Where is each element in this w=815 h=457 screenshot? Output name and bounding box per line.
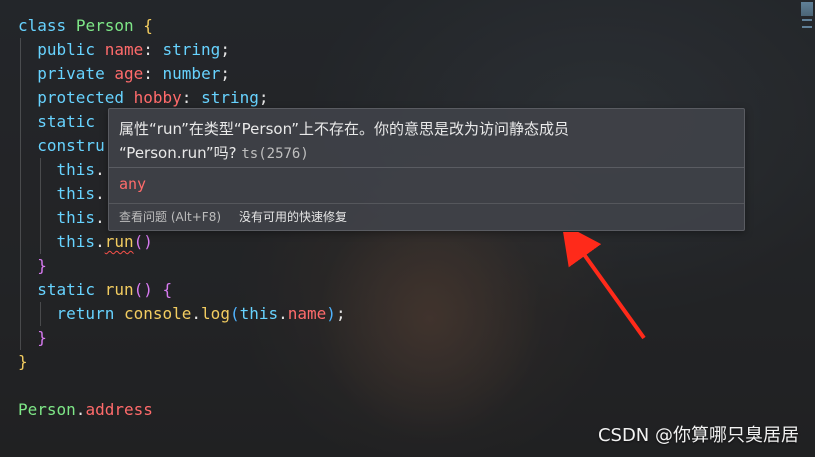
code-line-17: Person.address bbox=[18, 398, 346, 422]
token-colon: : bbox=[143, 64, 153, 83]
token-object: console bbox=[123, 304, 192, 323]
token-paren: ( bbox=[229, 304, 240, 323]
error-squiggle-run[interactable]: run bbox=[105, 232, 134, 251]
token-type: number bbox=[162, 64, 221, 83]
token-property: name bbox=[287, 304, 327, 323]
token-this: this bbox=[56, 232, 96, 251]
token-brace: { bbox=[143, 16, 153, 35]
token-parens: () bbox=[133, 280, 153, 299]
code-line-15: } bbox=[18, 350, 346, 374]
token-class: Person bbox=[75, 16, 134, 35]
tooltip-message: 属性“run”在类型“Person”上不存在。你的意思是改为访问静态成员 “Pe… bbox=[109, 109, 744, 166]
token-brace: { bbox=[162, 280, 173, 299]
tooltip-message-line-2: “Person.run”吗? ts(2576) bbox=[119, 141, 734, 166]
token-dot: . bbox=[95, 208, 105, 227]
token-property: name bbox=[104, 40, 144, 59]
tooltip-type: any bbox=[119, 175, 147, 193]
tooltip-actions: 查看问题 (Alt+F8) 没有可用的快速修复 bbox=[119, 208, 347, 225]
token-parens: () bbox=[133, 232, 153, 251]
token-semicolon: ; bbox=[335, 304, 346, 323]
token-dot: . bbox=[191, 304, 202, 323]
token-keyword: private bbox=[37, 64, 105, 83]
no-quick-fix-label: 没有可用的快速修复 bbox=[239, 210, 348, 224]
token-brace: } bbox=[18, 352, 28, 371]
token-keyword: static bbox=[37, 112, 96, 131]
token-dot: . bbox=[75, 400, 86, 419]
code-line-1: class Person { bbox=[18, 14, 346, 38]
token-dot: . bbox=[95, 160, 105, 179]
code-line-3: private age: number; bbox=[18, 62, 346, 86]
token-keyword: protected bbox=[37, 88, 124, 107]
token-dot: . bbox=[95, 232, 105, 251]
code-line-2: public name: string; bbox=[18, 38, 346, 62]
code-line-11: } bbox=[18, 254, 346, 278]
token-keyword: return bbox=[56, 304, 115, 323]
code-line-14: } bbox=[18, 326, 346, 350]
token-semicolon: ; bbox=[258, 88, 269, 107]
token-keyword: constru bbox=[37, 136, 105, 155]
token-keyword: static bbox=[37, 280, 96, 299]
tooltip-message-text: “Person.run”吗? bbox=[119, 144, 237, 162]
token-class: Person bbox=[18, 400, 76, 419]
token-property: hobby bbox=[133, 88, 182, 107]
token-semicolon: ; bbox=[220, 64, 230, 83]
token-keyword: public bbox=[37, 40, 96, 59]
tooltip-message-line-1: 属性“run”在类型“Person”上不存在。你的意思是改为访问静态成员 bbox=[119, 120, 570, 138]
token-function: log bbox=[201, 304, 230, 323]
minimap-line bbox=[802, 19, 812, 21]
code-line-10: this.run() bbox=[18, 230, 346, 254]
view-problem-link[interactable]: 查看问题 (Alt+F8) bbox=[119, 208, 221, 225]
token-colon: : bbox=[181, 88, 192, 107]
code-line-12: static run() { bbox=[18, 278, 346, 302]
token-this: this bbox=[56, 184, 96, 203]
token-type: string bbox=[162, 40, 221, 59]
token-property: age bbox=[114, 64, 144, 83]
tooltip-divider bbox=[109, 167, 744, 168]
token-brace: } bbox=[37, 256, 47, 275]
tooltip-error-code: ts(2576) bbox=[241, 146, 309, 162]
token-semicolon: ; bbox=[220, 40, 230, 59]
token-keyword: class bbox=[18, 16, 67, 35]
watermark-text: CSDN @你算哪只臭居居 bbox=[597, 425, 799, 446]
code-line-4: protected hobby: string; bbox=[18, 86, 346, 110]
token-colon: : bbox=[143, 40, 153, 59]
token-this: this bbox=[239, 304, 279, 323]
token-brace: } bbox=[37, 328, 47, 347]
token-this: this bbox=[56, 208, 96, 227]
token-dot: . bbox=[278, 304, 288, 323]
red-arrow-annotation bbox=[561, 232, 646, 340]
token-property: address bbox=[85, 400, 153, 419]
tooltip-divider bbox=[109, 203, 744, 204]
token-paren: ) bbox=[326, 304, 336, 323]
token-type: string bbox=[201, 88, 259, 107]
minimap-line bbox=[802, 26, 812, 28]
hover-tooltip: 属性“run”在类型“Person”上不存在。你的意思是改为访问静态成员 “Pe… bbox=[108, 108, 745, 231]
token-this: this bbox=[56, 160, 96, 179]
token-dot: . bbox=[95, 184, 105, 203]
minimap-thumb[interactable] bbox=[801, 2, 813, 16]
code-line-13: return console.log(this.name); bbox=[18, 302, 346, 326]
token-function: run bbox=[104, 280, 134, 299]
